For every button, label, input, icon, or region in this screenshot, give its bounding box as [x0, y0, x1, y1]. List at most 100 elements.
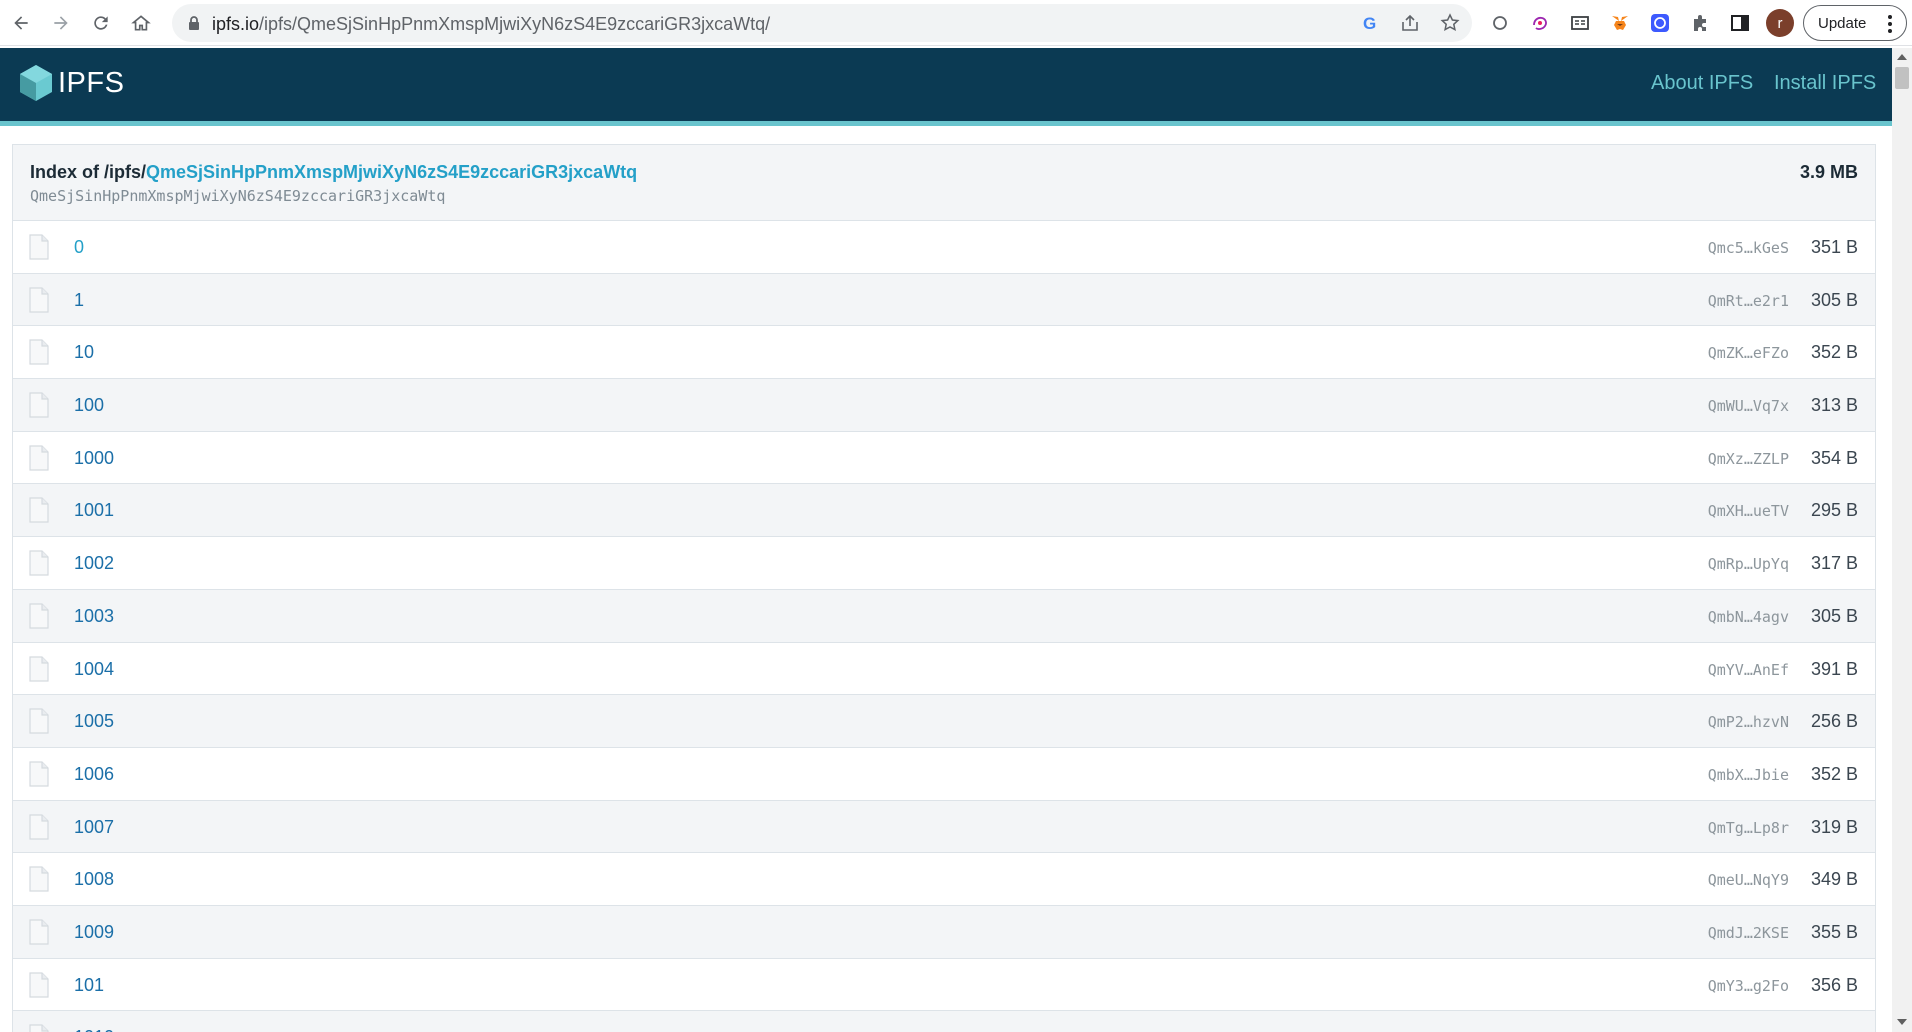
file-hash-link[interactable]: QmYV…AnEf — [1708, 661, 1789, 679]
table-row: 1006 QmbX…Jbie 352 B — [13, 747, 1875, 801]
file-hash-link[interactable]: Qmc5…kGeS — [1708, 239, 1789, 257]
file-icon — [29, 550, 49, 576]
file-icon — [29, 445, 49, 471]
site-header: IPFS About IPFS Install IPFS — [0, 48, 1892, 126]
update-button[interactable]: Update — [1803, 5, 1907, 41]
table-row: 1005 QmP2…hzvN 256 B — [13, 695, 1875, 748]
file-name-link[interactable]: 1004 — [74, 659, 114, 680]
file-icon — [29, 866, 49, 892]
file-icon — [29, 972, 49, 998]
file-hash-link[interactable]: QmXH…ueTV — [1708, 502, 1789, 520]
reload-button[interactable] — [84, 6, 118, 40]
file-hash-link[interactable]: QmRt…e2r1 — [1708, 292, 1789, 310]
table-row: 1003 QmbN…4agv 305 B — [13, 589, 1875, 643]
side-panel-icon[interactable] — [1728, 11, 1752, 35]
reload-icon — [94, 16, 108, 30]
file-icon — [29, 234, 49, 260]
file-icon — [29, 497, 49, 524]
file-hash-link[interactable]: QmWU…Vq7x — [1708, 397, 1789, 415]
file-hash-link[interactable]: QmTg…Lp8r — [1708, 819, 1789, 837]
table-row: 1008 QmeU…NqY9 349 B — [13, 853, 1875, 906]
file-hash-link[interactable]: QmP2…hzvN — [1708, 713, 1789, 731]
table-row: 100 QmWU…Vq7x 313 B — [13, 379, 1875, 432]
page-scrollbar[interactable] — [1892, 48, 1912, 1032]
share-icon[interactable] — [1400, 13, 1420, 33]
file-size: 305 B — [1810, 605, 1858, 626]
file-name-link[interactable]: 1009 — [74, 922, 114, 943]
back-arrow-icon — [14, 16, 28, 30]
file-name-link[interactable]: 1000 — [74, 448, 114, 469]
metamask-fox-icon[interactable] — [1608, 11, 1632, 35]
table-row: 1010 — [13, 1011, 1875, 1032]
file-hash-link[interactable]: QmY3…g2Fo — [1708, 977, 1789, 995]
install-ipfs-link[interactable]: Install IPFS — [1774, 72, 1876, 95]
browser-toolbar: ipfs.io/ipfs/QmeSjSinHpPnmXmspMjwiXyN6zS… — [0, 0, 1912, 46]
forward-button[interactable] — [44, 6, 78, 40]
file-size: 351 B — [1810, 237, 1858, 257]
file-name-link[interactable]: 1007 — [74, 817, 114, 838]
scroll-thumb[interactable] — [1895, 67, 1909, 89]
file-name-link[interactable]: 100 — [74, 395, 104, 416]
ipfs-cube-logo-icon[interactable] — [18, 63, 54, 103]
back-button[interactable] — [4, 6, 38, 40]
file-icon — [29, 339, 49, 365]
file-hash-link[interactable]: QmdJ…2KSE — [1708, 924, 1789, 942]
file-icon — [29, 919, 49, 945]
more-menu-icon — [1888, 15, 1892, 33]
file-name-link[interactable]: 0 — [74, 237, 84, 258]
file-icon — [29, 603, 49, 629]
home-button[interactable] — [124, 6, 158, 40]
file-size: 354 B — [1810, 447, 1858, 468]
bookmark-star-icon[interactable] — [1440, 13, 1460, 33]
file-size: 319 B — [1810, 816, 1858, 837]
file-name-link[interactable]: 101 — [74, 975, 104, 996]
profile-avatar[interactable]: r — [1766, 9, 1794, 37]
table-row: 1001 QmXH…ueTV 295 B — [13, 484, 1875, 538]
file-icon — [29, 287, 49, 313]
file-name-link[interactable]: 1006 — [74, 764, 114, 785]
file-hash-link[interactable]: QmZK…eFZo — [1708, 344, 1789, 362]
scroll-down-arrow-icon[interactable] — [1897, 1019, 1907, 1025]
file-hash-link[interactable]: QmXz…ZZLP — [1708, 450, 1789, 468]
about-ipfs-link[interactable]: About IPFS — [1651, 72, 1753, 95]
file-icon — [29, 708, 49, 734]
file-name-link[interactable]: 10 — [74, 342, 94, 363]
directory-listing: Index of /ipfs/QmeSjSinHpPnmXmspMjwiXyN6… — [12, 144, 1876, 1032]
scroll-up-arrow-icon[interactable] — [1897, 54, 1907, 60]
file-hash-link[interactable]: QmeU…NqY9 — [1708, 871, 1789, 889]
url-path: /ipfs/QmeSjSinHpPnmXmspMjwiXyN6zS4E9zcca… — [259, 14, 771, 34]
forward-arrow-icon — [54, 16, 68, 30]
file-name-link[interactable]: 1008 — [74, 869, 114, 890]
file-hash-link[interactable]: QmbX…Jbie — [1708, 766, 1789, 784]
extension-brain-icon[interactable] — [1528, 11, 1552, 35]
extension-reader-icon[interactable] — [1568, 11, 1592, 35]
file-name-link[interactable]: 1002 — [74, 553, 114, 574]
file-name-link[interactable]: 1005 — [74, 711, 114, 732]
file-icon — [29, 813, 49, 840]
file-hash-link[interactable]: QmbN…4agv — [1708, 608, 1789, 626]
file-size: 352 B — [1810, 763, 1858, 784]
update-label: Update — [1818, 14, 1867, 32]
address-bar[interactable]: ipfs.io/ipfs/QmeSjSinHpPnmXmspMjwiXyN6zS… — [172, 4, 1472, 42]
table-row: 1009 QmdJ…2KSE 355 B — [13, 905, 1875, 959]
extension-chat-icon[interactable] — [1648, 11, 1672, 35]
file-size: 313 B — [1810, 395, 1858, 416]
table-row: 101 QmY3…g2Fo 356 B — [13, 958, 1875, 1012]
extension-circle-icon[interactable] — [1488, 11, 1512, 35]
file-size: 349 B — [1810, 869, 1858, 890]
index-hash-link[interactable]: QmeSjSinHpPnmXmspMjwiXyN6zS4E9zccariGR3j… — [146, 162, 637, 182]
logo-text[interactable]: IPFS — [58, 67, 124, 100]
file-name-link[interactable]: 1 — [74, 290, 84, 311]
file-hash-link[interactable]: QmRp…UpYq — [1708, 555, 1789, 573]
file-name-link[interactable]: 1003 — [74, 606, 114, 627]
file-list: 0 Qmc5…kGeS 351 B 1 QmRt…e2r1 305 B 10 QmZK…eFZ… — [13, 221, 1875, 1032]
file-size: 295 B — [1810, 500, 1858, 521]
file-name-link[interactable]: 1001 — [74, 500, 114, 521]
table-row: 1007 QmTg…Lp8r 319 B — [13, 800, 1875, 854]
extensions-puzzle-icon[interactable] — [1688, 11, 1712, 35]
file-size: 352 B — [1810, 342, 1858, 363]
url-text: ipfs.io/ipfs/QmeSjSinHpPnmXmspMjwiXyN6zS… — [212, 14, 770, 35]
google-lens-icon[interactable]: G — [1360, 13, 1380, 33]
table-row: 10 QmZK…eFZo 352 B — [13, 326, 1875, 380]
file-name-link[interactable]: 1010 — [74, 1027, 114, 1032]
